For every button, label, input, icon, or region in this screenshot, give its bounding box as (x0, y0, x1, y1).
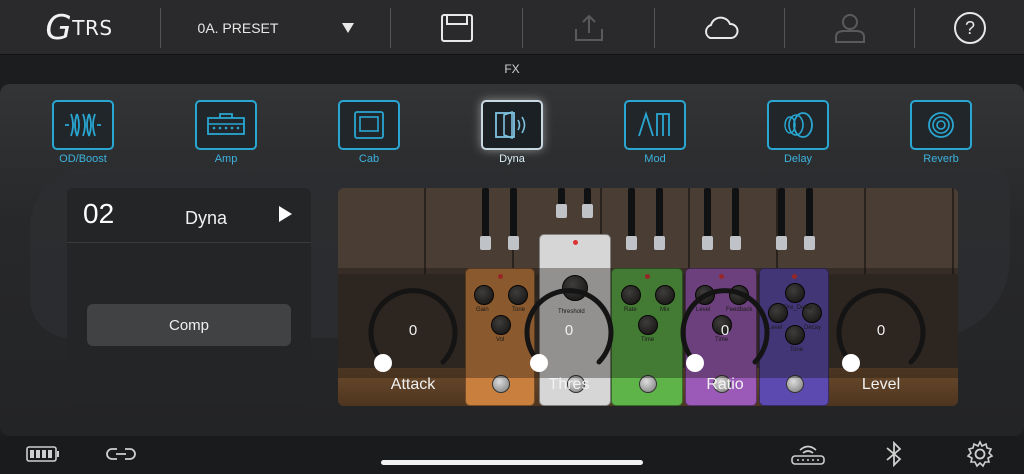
top-bar: G TRS 0A. PRESET ? (0, 0, 1024, 55)
tab-dyna[interactable]: Dyna (477, 100, 547, 165)
reverb-icon (910, 100, 972, 150)
od-boost-icon (52, 100, 114, 150)
cable (508, 188, 519, 250)
knob-label: Attack (390, 376, 436, 393)
cable (730, 188, 741, 250)
tab-amp[interactable]: Amp (191, 100, 261, 165)
help-icon: ? (954, 11, 986, 44)
knob-label: Thres (548, 376, 590, 393)
attack-knob[interactable]: 0 Attack (358, 284, 468, 404)
upload-icon (575, 14, 603, 41)
tab-od-boost[interactable]: OD/Boost (48, 100, 118, 165)
knob-value: 0 (564, 322, 574, 339)
link-icon (106, 448, 136, 460)
knob-handle[interactable] (530, 354, 548, 372)
knob-handle[interactable] (374, 354, 392, 372)
divider (160, 8, 161, 48)
save-button[interactable] (392, 0, 522, 55)
divider (67, 242, 311, 243)
knob-value: 0 (720, 322, 730, 339)
dyna-icon (481, 100, 543, 150)
chevron-down-icon (342, 22, 355, 33)
play-icon[interactable] (279, 206, 292, 222)
knob-handle[interactable] (686, 354, 704, 372)
board-wall (338, 188, 958, 274)
battery-icon (26, 446, 59, 462)
wifi-router-icon (791, 445, 825, 465)
bluetooth-button[interactable] (876, 440, 912, 468)
help-button[interactable]: ? (916, 0, 1024, 55)
bottom-bar (0, 436, 1024, 474)
battery-status (25, 440, 61, 468)
cloud-icon (705, 16, 739, 39)
pedal-led (573, 240, 578, 245)
divider (390, 8, 391, 48)
delay-icon (767, 100, 829, 150)
tab-label: Delay (783, 153, 813, 165)
save-icon (441, 13, 473, 42)
tab-label: Mod (644, 153, 666, 165)
fx-section-label: FX (504, 62, 520, 76)
tab-reverb[interactable]: Reverb (906, 100, 976, 165)
divider (914, 8, 915, 48)
cable (776, 188, 787, 250)
cloud-button[interactable] (656, 0, 784, 55)
account-button[interactable] (786, 0, 914, 55)
tab-mod[interactable]: Mod (620, 100, 690, 165)
gtrs-logo: G TRS (14, 0, 144, 55)
tab-cab[interactable]: Cab (334, 100, 404, 165)
knob-label: Level (861, 376, 901, 393)
preset-name: 0A. PRESET (197, 19, 279, 36)
tab-label: Dyna (499, 153, 525, 165)
tab-label: Reverb (923, 153, 959, 165)
knob-label: Ratio (706, 376, 744, 393)
cable (626, 188, 637, 250)
cable (804, 188, 815, 250)
cable (480, 188, 491, 250)
fx-category-row: OD/Boost Amp Cab Dyna Mod Delay Reverb (0, 100, 1024, 165)
upload-button[interactable] (524, 0, 654, 55)
cable (556, 188, 567, 218)
svg-text:?: ? (965, 18, 975, 38)
cable (582, 188, 593, 218)
settings-icon (966, 440, 994, 468)
logo-g: G (45, 7, 73, 48)
knob-value: 0 (876, 322, 886, 339)
ratio-knob[interactable]: 0 Ratio (670, 284, 780, 404)
cable (702, 188, 713, 250)
effect-name: Dyna (185, 208, 228, 228)
divider (654, 8, 655, 48)
divider (784, 8, 785, 48)
device-connection-button[interactable] (790, 440, 826, 468)
link-button[interactable] (103, 440, 139, 468)
amp-icon (195, 100, 257, 150)
bluetooth-icon (886, 441, 902, 467)
mod-icon (624, 100, 686, 150)
tab-label: OD/Boost (59, 153, 107, 165)
tab-delay[interactable]: Delay (763, 100, 833, 165)
knob-value: 0 (408, 322, 418, 339)
settings-button[interactable] (962, 440, 998, 468)
effect-slot-number: 02 (83, 198, 115, 229)
cab-icon (338, 100, 400, 150)
home-indicator[interactable] (381, 460, 643, 465)
divider (522, 8, 523, 48)
logo-text: TRS (72, 15, 113, 40)
effect-type-button[interactable]: Comp (87, 304, 291, 346)
threshold-knob[interactable]: 0 Thres (514, 284, 624, 404)
account-icon (835, 13, 865, 43)
tab-label: Cab (358, 153, 380, 165)
preset-selector[interactable]: 0A. PRESET (162, 0, 390, 55)
effect-info-panel: 02 Dyna Comp (67, 188, 311, 404)
knob-handle[interactable] (842, 354, 860, 372)
level-knob[interactable]: 0 Level (826, 284, 936, 404)
tab-label: Amp (214, 153, 238, 165)
cable (654, 188, 665, 250)
